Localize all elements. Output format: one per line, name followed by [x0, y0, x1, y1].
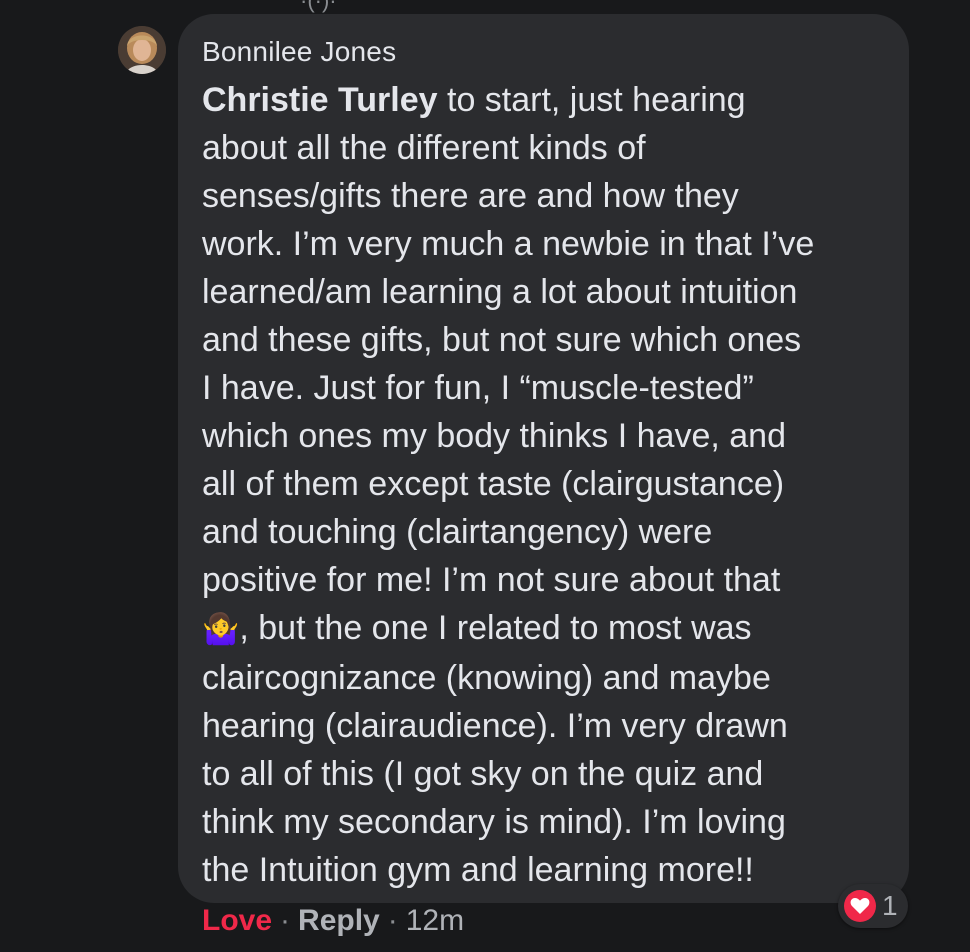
comment-line-3: senses/gifts there are and how they [202, 177, 739, 215]
avatar[interactable] [118, 26, 166, 74]
separator-dot: · [387, 904, 398, 937]
reply-button[interactable]: Reply [298, 904, 380, 938]
reaction-count: 1 [882, 890, 898, 921]
comment-thread: ·(·)· Bonnilee Jones Christie Turley to … [0, 0, 970, 952]
comment-line-12: 🤷‍♀️, but the one I related to most was [202, 609, 752, 647]
comment-line-5: learned/am learning a lot about intuitio… [202, 273, 798, 311]
comment-line-1: Christie Turley to start, just hearing [202, 81, 746, 119]
comment-line-9: all of them except taste (clairgustance) [202, 465, 785, 503]
comment-line-13: claircognizance (knowing) and maybe [202, 659, 771, 697]
comment-line-17: the Intuition gym and learning more!! [202, 851, 754, 889]
comment-line-2: about all the different kinds of [202, 129, 646, 167]
comment-line-4: work. I’m very much a newbie in that I’v… [202, 225, 815, 263]
comment-author[interactable]: Bonnilee Jones [202, 36, 396, 68]
avatar-image [118, 26, 166, 74]
previous-comment-fragment: ·(·)· [300, 0, 337, 13]
comment-line-8: which ones my body thinks I have, and [202, 417, 786, 455]
comment-text: Christie Turley to start, just hearing a… [202, 76, 892, 894]
timestamp[interactable]: 12m [406, 904, 464, 938]
mention-link[interactable]: Christie Turley [202, 81, 438, 119]
comment-line-10: and touching (clairtangency) were [202, 513, 713, 551]
separator-dot: · [280, 904, 291, 937]
comment-line-15: to all of this (I got sky on the quiz an… [202, 755, 764, 793]
comment-line-11: positive for me! I’m not sure about that [202, 561, 781, 599]
comment-line-6: and these gifts, but not sure which ones [202, 321, 802, 359]
love-button[interactable]: Love [202, 904, 272, 938]
comment-line-7: I have. Just for fun, I “muscle-tested” [202, 369, 754, 407]
comment-actions: Love · Reply · 12m [202, 904, 464, 938]
shrug-emoji-icon: 🤷‍♀️ [202, 612, 240, 647]
comment-line-16: think my secondary is mind). I’m loving [202, 803, 786, 841]
heart-icon [844, 890, 876, 922]
reaction-summary[interactable]: 1 [838, 884, 908, 928]
comment-line-14: hearing (clairaudience). I’m very drawn [202, 707, 788, 745]
